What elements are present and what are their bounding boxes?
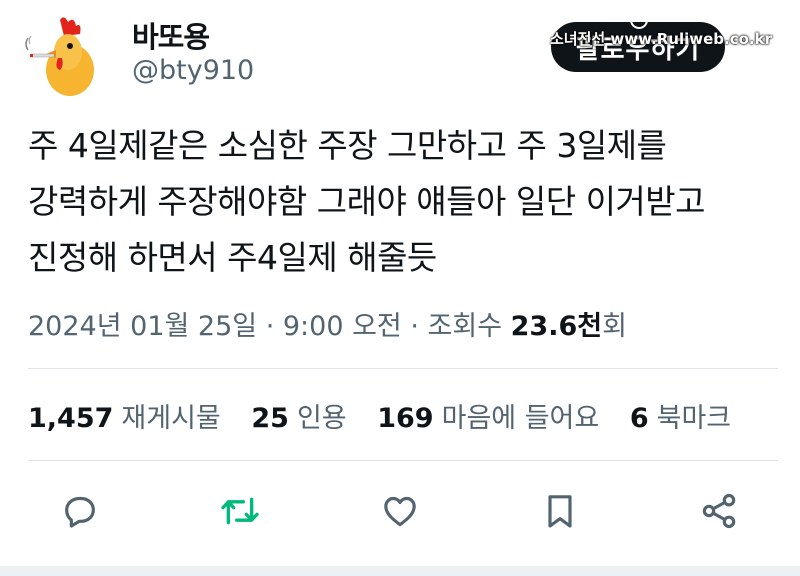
like-button[interactable] <box>377 488 423 534</box>
bookmarks-label: 북마크 <box>656 403 732 434</box>
quotes-stat[interactable]: 25 인용 <box>251 403 346 434</box>
quotes-label: 인용 <box>296 403 347 434</box>
meta-separator: · <box>257 311 283 342</box>
bookmark-icon <box>548 495 572 528</box>
share-icon <box>702 493 736 529</box>
tweet-line: 주 4일제같은 소심한 주장 그만하고 주 3일제를 <box>28 126 667 165</box>
share-button[interactable] <box>696 488 742 534</box>
reply-icon <box>65 496 95 528</box>
tweet-line: 강력하게 주장해야함 그래야 얘들아 일단 이거받고 <box>28 182 706 221</box>
tweet-meta: 2024년 01월 25일 · 9:00 오전 · 조회수 23.6천회 <box>28 304 627 343</box>
tweet-time[interactable]: 9:00 오전 <box>283 311 402 342</box>
views-suffix: 회 <box>602 311 627 342</box>
tweet-stats: 1,457 재게시물 25 인용 169 마음에 들어요 6 북마크 <box>28 396 753 435</box>
watermark-text: 소녀전선 www.Ruliweb.co.kr <box>550 30 772 48</box>
bookmark-button[interactable] <box>537 488 583 534</box>
bookmarks-stat[interactable]: 6 북마크 <box>630 403 731 434</box>
avatar[interactable] <box>20 14 102 98</box>
heart-icon <box>384 496 416 527</box>
retweets-count: 1,457 <box>28 403 114 434</box>
watermark-logo-icon <box>625 11 653 29</box>
tweet-date[interactable]: 2024년 01월 25일 <box>28 311 257 342</box>
retweets-stat[interactable]: 1,457 재게시물 <box>28 403 221 434</box>
bookmarks-count: 6 <box>629 403 649 434</box>
views-count: 23.6천 <box>510 311 603 342</box>
quotes-count: 25 <box>251 403 289 434</box>
tweet-text: 주 4일제같은 소심한 주장 그만하고 주 3일제를 강력하게 주장해야함 그래… <box>28 118 778 286</box>
tweet-line: 진정해 하면서 주4일제 해줄듯 <box>28 238 437 277</box>
retweet-icon <box>221 497 259 525</box>
retweet-button[interactable] <box>217 488 263 534</box>
display-name[interactable]: 바또용 <box>132 14 210 56</box>
retweets-label: 재게시물 <box>121 403 221 434</box>
bottom-separator <box>0 566 800 576</box>
tweet-card: 바또용 @bty910 팔로우하기 소녀전선 www.Ruliweb.co.kr… <box>0 0 800 576</box>
reply-button[interactable] <box>57 488 103 534</box>
views-label: 조회수 <box>427 311 511 342</box>
divider <box>28 460 778 461</box>
likes-label: 마음에 들어요 <box>441 403 600 434</box>
meta-separator: · <box>401 311 428 342</box>
user-handle[interactable]: @bty910 <box>132 55 254 86</box>
likes-stat[interactable]: 169 마음에 들어요 <box>377 403 599 434</box>
likes-count: 169 <box>377 403 434 434</box>
divider <box>28 368 778 369</box>
